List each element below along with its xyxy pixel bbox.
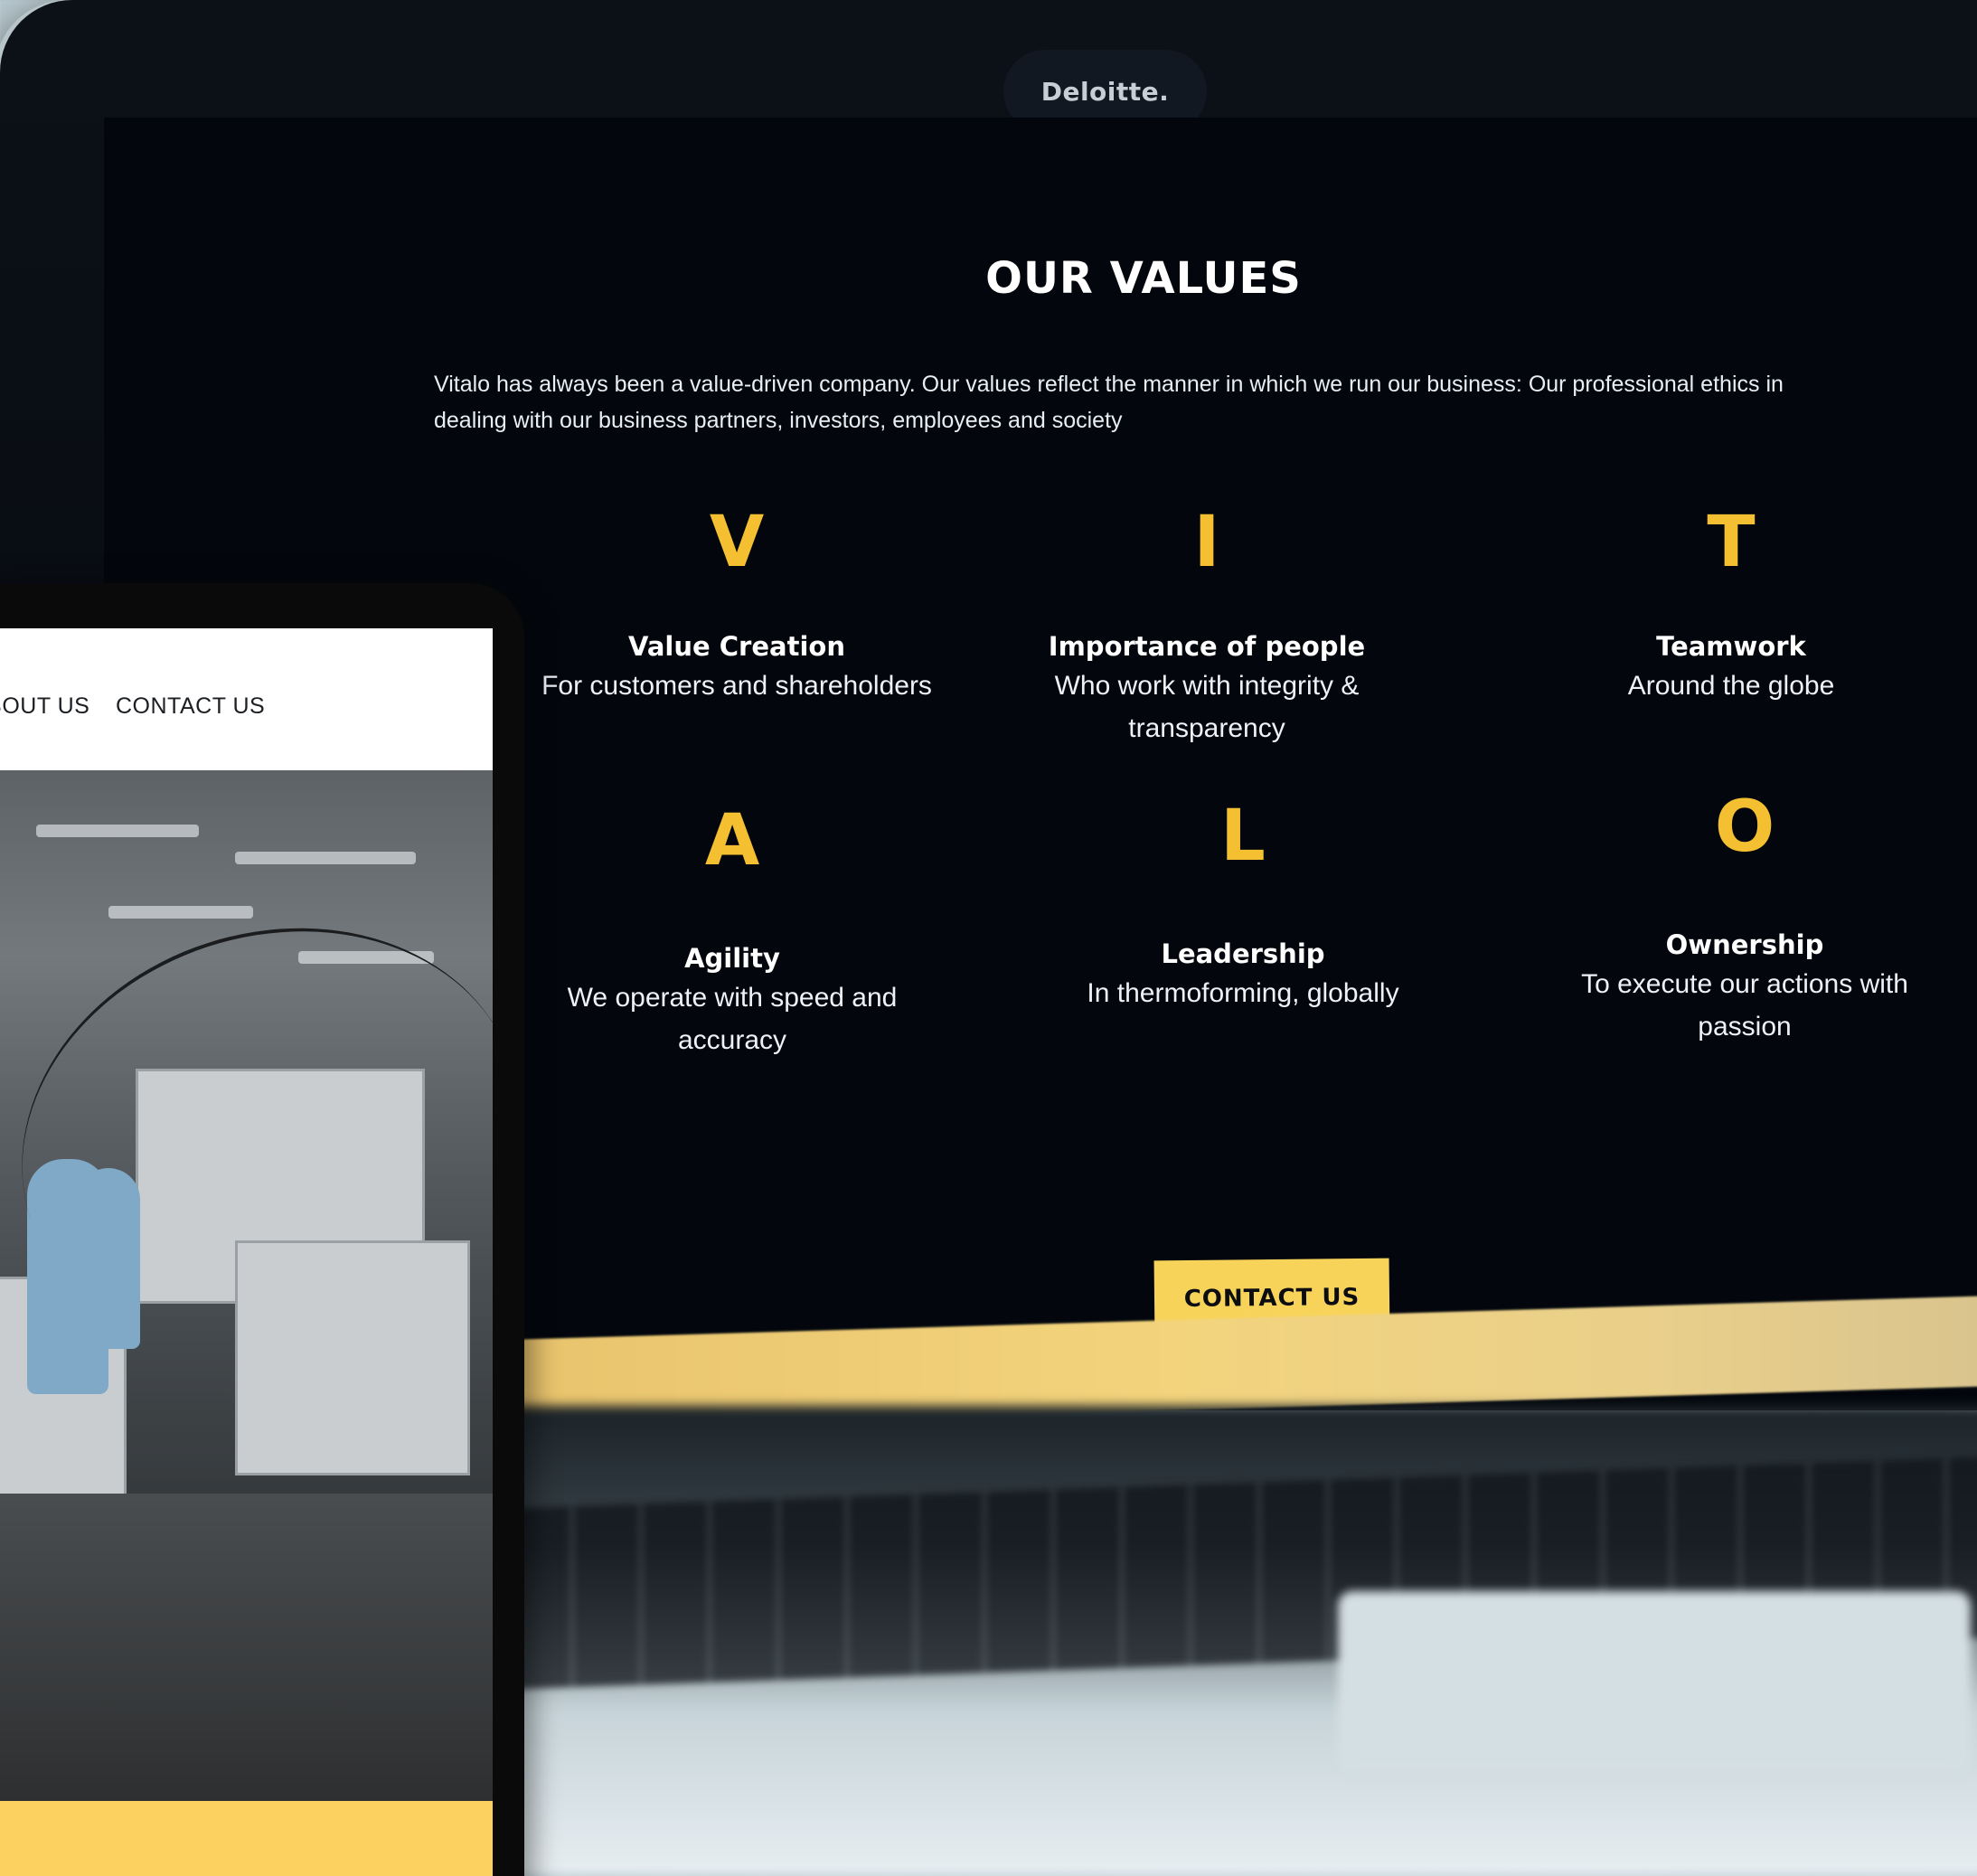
tablet-footer-band: [0, 1801, 493, 1876]
values-intro: Vitalo has always been a value-driven co…: [434, 372, 1784, 433]
value-heading: Teamwork: [1656, 631, 1806, 662]
brand-logo: Deloitte.: [1040, 76, 1170, 107]
value-card-o: O Ownership To execute our actions with …: [1550, 791, 1939, 1048]
factory-photo: [0, 770, 493, 1801]
value-card-i: I Importance of people Who work with int…: [1008, 506, 1406, 749]
page-title: OUR VALUES: [985, 253, 1302, 304]
value-heading: Value Creation: [628, 631, 845, 662]
value-description: Who work with integrity & transparency: [1054, 671, 1360, 743]
nav-link-contact-us[interactable]: CONTACT US: [116, 693, 265, 720]
value-card-v: V Value Creation For customers and share…: [533, 506, 940, 707]
tablet-nav: ABOUT US CONTACT US: [0, 628, 493, 770]
value-description: In thermoforming, globally: [1087, 978, 1399, 1008]
value-heading: Leadership: [1161, 938, 1325, 969]
value-heading: Agility: [684, 943, 780, 974]
value-description: For customers and shareholders: [541, 671, 932, 701]
value-card-a: A Agility We operate with speed and accu…: [538, 805, 927, 1061]
trackpad: [1338, 1591, 1971, 1772]
value-description: To execute our actions with passion: [1581, 969, 1908, 1042]
value-letter: V: [709, 502, 765, 583]
value-letter: L: [1220, 796, 1266, 877]
value-card-t: T Teamwork Around the globe: [1541, 506, 1921, 707]
value-heading: Importance of people: [1048, 631, 1366, 662]
value-letter: O: [1714, 787, 1775, 868]
value-description: Around the globe: [1627, 671, 1835, 701]
value-description: We operate with speed and accuracy: [567, 983, 898, 1055]
nav-link-about-us[interactable]: ABOUT US: [0, 693, 89, 720]
tablet-screen: ABOUT US CONTACT US: [0, 628, 493, 1876]
value-letter: T: [1707, 502, 1756, 583]
value-letter: I: [1193, 502, 1220, 583]
value-heading: Ownership: [1665, 929, 1824, 960]
value-letter: A: [704, 800, 760, 881]
value-card-l: L Leadership In thermoforming, globally: [1053, 800, 1433, 1014]
